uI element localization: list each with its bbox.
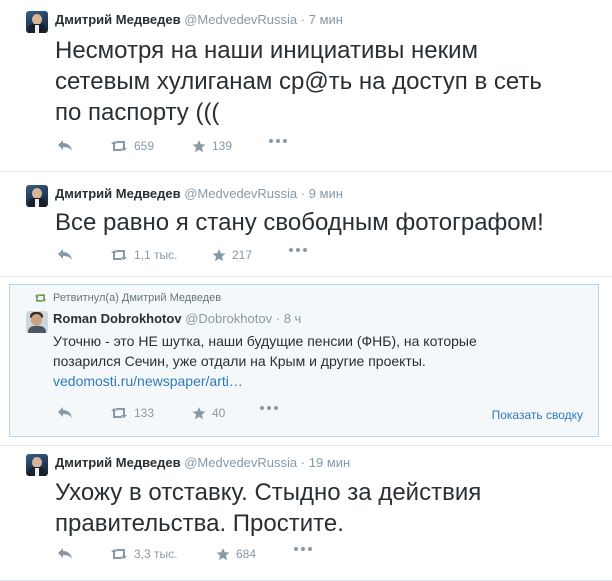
tweet-actions: 3,3 тыс. 684 (0, 547, 612, 567)
retweet-button[interactable]: 659 (110, 139, 154, 153)
tweet-header: Дмитрий Медведев @MedvedevRussia · 19 ми… (55, 455, 350, 470)
tweet-time[interactable]: 8 ч (284, 311, 302, 326)
favorite-count: 40 (212, 406, 226, 420)
retweet-count: 133 (134, 406, 155, 420)
retweet-button[interactable]: 3,3 тыс. (110, 547, 177, 561)
more-button[interactable] (289, 248, 307, 252)
tweet-text: Несмотря на наши инициативы неким сетевы… (55, 35, 542, 128)
author-name[interactable]: Дмитрий Медведев (55, 12, 181, 27)
reply-icon (58, 249, 72, 260)
reply-icon (58, 140, 72, 151)
retweet-button[interactable]: 133 (110, 406, 154, 420)
author-name[interactable]: Дмитрий Медведев (55, 455, 181, 470)
retweet-icon (111, 408, 127, 418)
tweet-text: Все равно я стану свободным фотографом! (55, 207, 544, 238)
tweet-text: Ухожу в отставку. Стыдно за действия пра… (55, 477, 481, 539)
reply-button[interactable] (57, 139, 73, 152)
tweet-text-line: Несмотря на наши инициативы неким (55, 37, 479, 64)
reply-button[interactable] (57, 547, 73, 560)
more-icon (260, 406, 278, 410)
retweet-count: 659 (134, 139, 155, 153)
favorite-button[interactable]: 40 (192, 406, 225, 420)
more-button[interactable] (294, 547, 312, 551)
tweet-header: Дмитрий Медведев @MedvedevRussia · 9 мин (55, 186, 343, 201)
reply-icon (58, 407, 72, 418)
avatar[interactable] (26, 11, 48, 33)
favorite-count: 139 (212, 139, 233, 153)
author-handle[interactable]: @MedvedevRussia (184, 12, 297, 27)
tweet-actions: 133 40 Показать сводку (0, 406, 612, 426)
more-icon (294, 547, 312, 551)
retweet-button[interactable]: 1,1 тыс. (110, 248, 177, 262)
avatar[interactable] (26, 185, 48, 207)
author-handle[interactable]: @MedvedevRussia (184, 186, 297, 201)
retweeted-by-label[interactable]: Ретвитнул(а) Дмитрий Медведев (53, 292, 221, 304)
reply-button[interactable] (57, 248, 73, 261)
reply-button[interactable] (57, 406, 73, 419)
separator-dot: · (275, 311, 281, 326)
star-icon (192, 406, 206, 419)
show-summary-link[interactable]: Показать сводку (492, 408, 583, 422)
tweet-time[interactable]: 7 мин (309, 12, 343, 27)
tweet-text-line: по паспорту ((( (55, 99, 220, 126)
more-button[interactable] (260, 406, 278, 410)
more-icon (269, 139, 287, 143)
tweet-actions: 659 139 (0, 139, 612, 159)
separator-dot: · (300, 12, 306, 27)
separator-dot: · (300, 186, 306, 201)
tweet-text-line: правительства. Простите. (55, 510, 344, 537)
tweet-link[interactable]: vedomosti.ru/newspaper/arti… (53, 371, 477, 391)
tweet-1[interactable]: Дмитрий Медведев @MedvedevRussia · 7 мин… (0, 0, 612, 172)
tweet-time[interactable]: 19 мин (309, 455, 350, 470)
tweet-time[interactable]: 9 мин (309, 186, 343, 201)
separator-dot: · (300, 455, 306, 470)
retweet-icon (111, 250, 127, 260)
retweet-icon (111, 549, 127, 559)
tweet-text-line: Все равно я стану свободным фотографом! (55, 209, 544, 236)
author-handle[interactable]: @Dobrokhotov (185, 311, 272, 326)
favorite-button[interactable]: 139 (192, 139, 232, 153)
star-icon (212, 248, 226, 261)
tweet-actions: 1,1 тыс. 217 (0, 248, 612, 268)
tweet-4[interactable]: Дмитрий Медведев @MedvedevRussia · 19 ми… (0, 445, 612, 581)
retweet-count: 1,1 тыс. (134, 248, 178, 262)
avatar[interactable] (26, 454, 48, 476)
tweet-2[interactable]: Дмитрий Медведев @MedvedevRussia · 9 мин… (0, 172, 612, 277)
retweet-indicator-icon (34, 294, 47, 302)
more-icon (289, 248, 307, 252)
tweet-header: Дмитрий Медведев @MedvedevRussia · 7 мин (55, 12, 343, 27)
favorite-count: 684 (236, 547, 257, 561)
retweet-count: 3,3 тыс. (134, 547, 178, 561)
tweet-text-line: позарился Сечин, уже отдали на Крым и др… (53, 353, 426, 369)
tweet-header: Roman Dobrokhotov @Dobrokhotov · 8 ч (53, 311, 301, 326)
more-button[interactable] (269, 139, 287, 143)
favorite-button[interactable]: 217 (212, 248, 252, 262)
reply-icon (58, 548, 72, 559)
star-icon (216, 547, 230, 560)
favorite-button[interactable]: 684 (216, 547, 256, 561)
tweet-text-line: сетевым хулиганам ср@ть на доступ в сеть (55, 68, 542, 95)
author-name[interactable]: Roman Dobrokhotov (53, 311, 182, 326)
avatar[interactable] (26, 311, 48, 333)
tweet-text: Уточню - это НЕ шутка, наши будущие пенс… (53, 331, 477, 391)
star-icon (192, 139, 206, 152)
author-handle[interactable]: @MedvedevRussia (184, 455, 297, 470)
favorite-count: 217 (232, 248, 253, 262)
author-name[interactable]: Дмитрий Медведев (55, 186, 181, 201)
tweet-text-line: Ухожу в отставку. Стыдно за действия (55, 479, 482, 506)
retweet-icon (111, 141, 127, 151)
tweet-text-line: Уточню - это НЕ шутка, наши будущие пенс… (53, 333, 477, 349)
